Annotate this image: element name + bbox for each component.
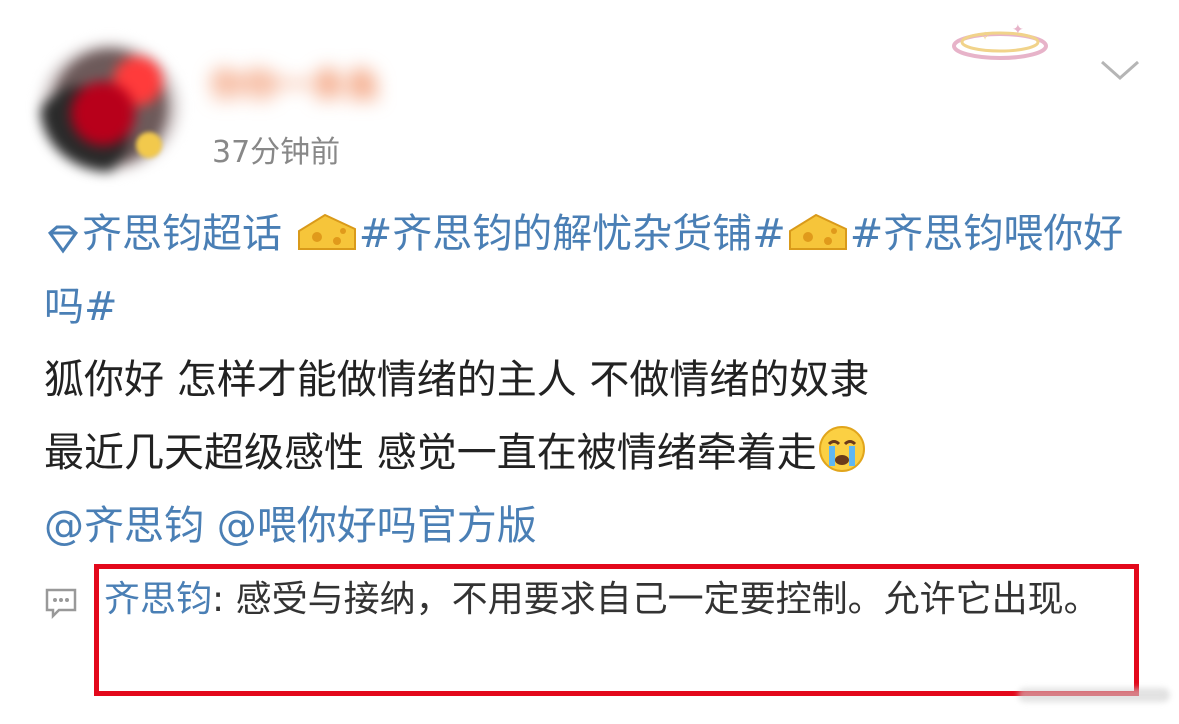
topic-link-1[interactable]: #齐思钧的解忧杂货铺# (359, 211, 786, 257)
comment-text: : 感受与接纳，不用要求自己一定要控制。允许它出现。 (212, 579, 1100, 620)
cheese-emoji-icon (788, 213, 847, 250)
supertopic-label: 齐思钧超话 (82, 211, 282, 257)
mention-link-2[interactable]: @喂你好吗官方版 (217, 503, 537, 549)
supertopic-diamond-icon (47, 225, 79, 254)
supertopic-link[interactable]: 齐思钧超话 (44, 211, 282, 257)
post-timestamp: 37分钟前 (212, 135, 341, 170)
post-content: 齐思钧超话 #齐思钧的解忧杂货铺# #齐思钧喂你好吗# 狐你好 怎样才能做情绪的主… (44, 198, 1144, 563)
post-line-1: 狐你好 怎样才能做情绪的主人 不做情绪的奴隶 (44, 357, 870, 403)
comment-author[interactable]: 齐思钧 (104, 579, 212, 620)
comment: 齐思钧: 感受与接纳，不用要求自己一定要控制。允许它出现。 (104, 570, 1129, 630)
svg-text:✧: ✧ (980, 29, 990, 43)
mention-link-1[interactable]: @齐思钧 (44, 503, 204, 549)
decoration-icon: ✦ ✧ (952, 22, 1048, 60)
svg-text:✦: ✦ (1012, 22, 1024, 38)
comment-icon (45, 588, 77, 620)
chevron-down-icon[interactable] (1098, 54, 1142, 84)
avatar-badge (136, 132, 162, 158)
post-line-2: 最近几天超级感性 感觉一直在被情绪牵着走 (44, 430, 817, 476)
watermark-icon (1018, 688, 1170, 702)
crying-emoji-icon (818, 426, 865, 472)
username[interactable]: 你你一条鱼 (210, 58, 550, 104)
cheese-emoji-icon (297, 213, 356, 250)
